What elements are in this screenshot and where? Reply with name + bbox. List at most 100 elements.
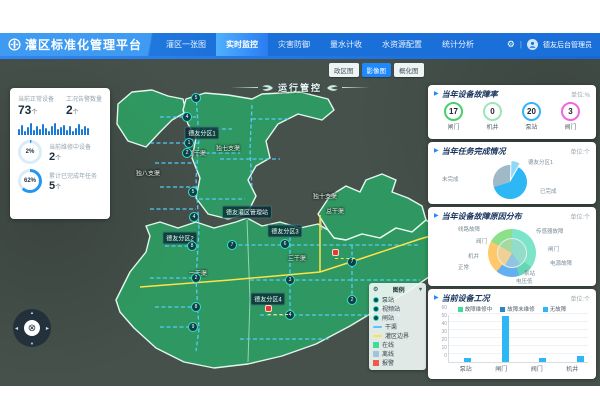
compass-center-button[interactable]: ⊗	[24, 320, 40, 336]
legend-label: 闸站	[382, 313, 394, 322]
map-station-marker[interactable]: 5	[188, 187, 198, 197]
pie-slice-label: 德友分区1	[528, 158, 553, 166]
legend-item: 干渠	[373, 322, 422, 331]
map-layer-tab[interactable]: 概化图	[394, 63, 424, 77]
gauge-count: 5个	[49, 180, 97, 192]
stat-value: 2个	[66, 103, 102, 117]
fault-rate-gauge: 0机井	[483, 102, 502, 131]
legend-collapse-icon[interactable]: ▾	[419, 286, 422, 293]
fault-cause-sunburst: 线路故障传感器故障闸门电源故障电压低正常阀门机井泵站	[434, 222, 590, 284]
map-station-marker[interactable]: 7	[227, 240, 237, 250]
topbar-divider: |	[520, 40, 522, 49]
legend-item: 泵站	[373, 295, 422, 304]
map-channel-label: 独七支渠	[216, 144, 240, 153]
sunburst-inner-ring[interactable]	[497, 238, 527, 268]
nav-item[interactable]: 统计分析	[432, 33, 484, 56]
legend-item: 闸站	[373, 313, 422, 322]
map-station-marker[interactable]: 8	[187, 241, 197, 251]
sunburst-label: 机井	[468, 252, 479, 260]
y-axis-tick: 50	[441, 313, 447, 319]
map-station-marker[interactable]: 6	[280, 239, 290, 249]
gauge-percent: 62%	[21, 172, 39, 190]
status-bar[interactable]	[464, 358, 471, 362]
station-swatch-icon	[373, 306, 379, 312]
status-bar[interactable]	[502, 316, 509, 362]
station-swatch-icon	[373, 297, 379, 303]
map-station-marker[interactable]: 4	[182, 112, 192, 122]
panel-unit: 单位:个	[570, 147, 590, 156]
map-station-marker[interactable]: 2	[347, 295, 357, 305]
compass-west-arrow[interactable]: ◀	[15, 326, 18, 331]
legend-swatch	[500, 307, 505, 312]
topbar-right: ⚙ | 德友后台管理员	[507, 39, 600, 50]
map-station-marker[interactable]: 3	[285, 275, 295, 285]
map-station-marker[interactable]: 4	[189, 212, 199, 222]
map-layer-tab[interactable]: 政区图	[329, 63, 359, 77]
nav-item[interactable]: 水资源配置	[372, 33, 432, 56]
spark-bar	[30, 123, 32, 135]
user-name[interactable]: 德友后台管理员	[543, 40, 592, 50]
gauge-info: 累计已完成年任务5个	[49, 171, 97, 192]
person-icon	[529, 41, 536, 48]
status-bar[interactable]	[577, 356, 584, 362]
map-region-label[interactable]: 德友灌区管理站	[222, 206, 272, 219]
gridline	[449, 345, 588, 346]
user-avatar[interactable]	[527, 39, 538, 50]
line-yellow-swatch-icon	[373, 335, 382, 337]
sunburst-label: 传感器故障	[536, 227, 564, 235]
map-region-label[interactable]: 德友分区3	[267, 225, 302, 238]
compass-control[interactable]: ▲ ▼ ◀ ▶ ⊗	[13, 309, 51, 347]
nav-item[interactable]: 实时监控	[216, 33, 268, 56]
bar-chart-categories: 泵站闸门阀门机井	[448, 363, 590, 373]
map-station-marker[interactable]: 2	[191, 273, 201, 283]
fault-rate-gauges: 17闸门0机井20泵站3阀门	[434, 100, 590, 131]
spark-bar	[33, 130, 35, 135]
map-legend: ⚙ 图例 ▾ 泵站视频站闸站干渠灌区边界在线离线报警	[369, 283, 426, 370]
spark-bar	[24, 131, 26, 135]
fault-rate-gauge: 17闸门	[444, 102, 463, 131]
map-station-marker[interactable]: 2	[182, 148, 192, 158]
map-station-marker[interactable]: 8	[191, 302, 201, 312]
map-alert-marker[interactable]	[332, 249, 339, 256]
spark-bar	[75, 128, 77, 135]
nav-item[interactable]: 量水计收	[320, 33, 372, 56]
spark-bar	[69, 126, 71, 135]
compass-east-arrow[interactable]: ▶	[46, 326, 49, 331]
legend-swatch	[543, 307, 548, 312]
map-station-marker[interactable]: 1	[184, 138, 194, 148]
x-axis-category: 阀门	[519, 363, 555, 373]
district-polygon-northwest[interactable]	[117, 90, 186, 147]
spark-bar	[54, 123, 56, 135]
map-region-label[interactable]: 德友分区4	[250, 293, 285, 306]
y-axis-tick: 60	[441, 305, 447, 311]
map-station-marker[interactable]: 9	[188, 322, 198, 332]
gauge-ring: 2%	[18, 140, 42, 164]
panel-title: 当前设备工况	[442, 293, 568, 304]
legend-gear-icon[interactable]: ⚙	[373, 286, 378, 293]
spark-bar	[18, 129, 20, 135]
legend-item: 报警	[373, 358, 422, 367]
nav-item[interactable]: 灾害防御	[268, 33, 320, 56]
x-axis-category: 机井	[555, 363, 591, 373]
compass-south-arrow[interactable]: ▼	[30, 341, 34, 346]
legend-label: 报警	[382, 358, 394, 367]
banner-line	[230, 87, 258, 88]
spark-bar	[57, 129, 59, 135]
panel-header: ▶ 当前设备工况 单位:个	[434, 292, 590, 304]
map-alert-marker[interactable]	[265, 305, 272, 312]
map-layer-tab[interactable]: 影像图	[362, 63, 392, 77]
legend-swatch	[458, 307, 463, 312]
nav-item[interactable]: 灌区一张图	[156, 33, 216, 56]
y-axis-tick: 10	[441, 345, 447, 351]
compass-north-arrow[interactable]: ▲	[30, 310, 34, 315]
panel-unit: 单位:个	[570, 212, 590, 221]
settings-gear-icon[interactable]: ⚙	[507, 40, 515, 49]
banner-line	[342, 87, 370, 88]
legend-text: 无故障	[550, 305, 567, 313]
status-bar[interactable]	[539, 358, 546, 362]
spark-bar	[66, 130, 68, 135]
legend-item: 离线	[373, 349, 422, 358]
spark-bar	[42, 124, 44, 135]
map-station-marker[interactable]: 4	[285, 310, 295, 320]
map-station-marker[interactable]: 5	[191, 93, 201, 103]
